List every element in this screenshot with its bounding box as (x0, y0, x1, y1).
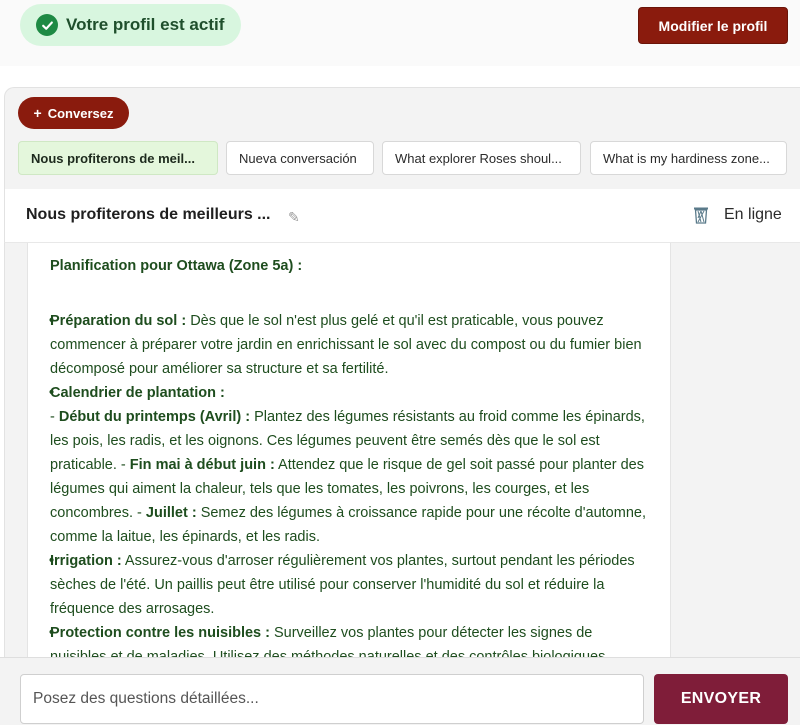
plus-icon: + (33, 105, 42, 121)
send-button[interactable]: ENVOYER (654, 674, 788, 724)
question-input[interactable] (20, 674, 644, 724)
chat-content-area[interactable]: Planification pour Ottawa (Zone 5a) : Pr… (4, 243, 800, 657)
item-sublabel: Juillet : (145, 505, 197, 521)
conversation-tab[interactable]: Nous profiterons de meil... (18, 141, 218, 175)
chat-title: Nous profiterons de meilleurs ... (26, 206, 271, 223)
new-conversation-button[interactable]: + Conversez (18, 97, 129, 129)
conversation-tab[interactable]: Nueva conversación (226, 141, 374, 175)
online-status: En ligne (724, 206, 782, 223)
item-label: Protection contre les nuisibles : (50, 625, 270, 641)
message-list: Préparation du sol : Dès que le sol n'es… (49, 309, 648, 657)
list-item: Irrigation : Assurez-vous d'arroser régu… (49, 549, 648, 621)
top-bar: Votre profil est actif Modifier le profi… (0, 0, 800, 66)
assistant-message: Planification pour Ottawa (Zone 5a) : Pr… (27, 243, 671, 657)
conversation-tab[interactable]: What is my hardiness zone... (590, 141, 787, 175)
list-item: Calendrier de plantation : - Début du pr… (49, 381, 648, 549)
item-text: - (50, 409, 59, 425)
item-sublabel: Fin mai à début juin : (129, 457, 275, 473)
profile-status-badge: Votre profil est actif (20, 4, 241, 46)
list-item: Protection contre les nuisibles : Survei… (49, 621, 648, 657)
check-circle-icon (36, 14, 58, 36)
pencil-icon[interactable]: ✎ (288, 209, 300, 226)
conversation-tab[interactable]: What explorer Roses shoul... (382, 141, 581, 175)
item-label: Irrigation : (50, 553, 122, 569)
item-label: Préparation du sol : (50, 313, 187, 329)
message-heading: Planification pour Ottawa (Zone 5a) : (50, 258, 303, 274)
item-label: Calendrier de plantation : (50, 385, 225, 401)
item-text: Assurez-vous d'arroser régulièrement vos… (50, 553, 635, 617)
composer-bar: ENVOYER (0, 657, 800, 725)
list-item: Préparation du sol : Dès que le sol n'es… (49, 309, 648, 381)
conversation-panel: + Conversez Nous profiterons de meil... … (4, 87, 800, 189)
chat-header: Nous profiterons de meilleurs ... ✎ En l… (4, 189, 800, 243)
edit-profile-button[interactable]: Modifier le profil (638, 7, 788, 44)
trash-icon[interactable] (693, 206, 709, 224)
profile-status-text: Votre profil est actif (66, 15, 225, 34)
item-sublabel: Début du printemps (Avril) : (58, 409, 251, 425)
new-conversation-label: Conversez (47, 105, 114, 121)
